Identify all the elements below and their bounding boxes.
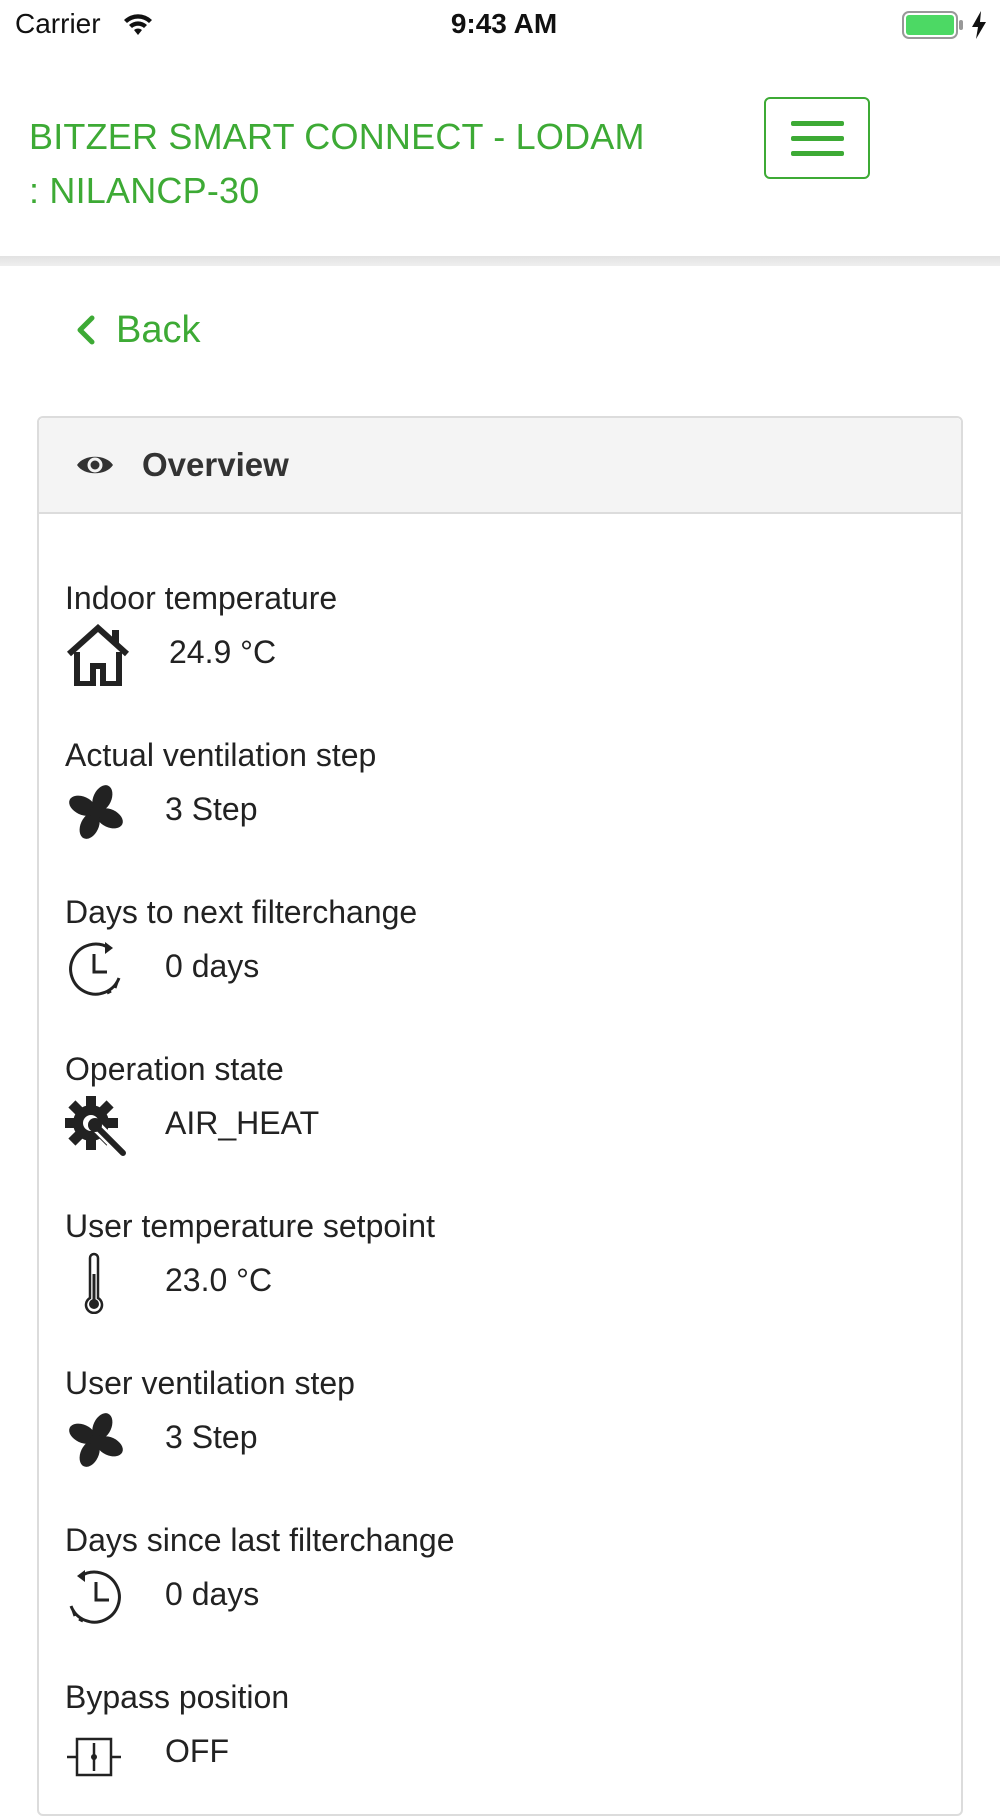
item-label: Operation state [65,1051,284,1087]
charging-icon [970,10,988,47]
item-value: 3 Step [165,1419,258,1455]
brand-title-line-2: : NILANCP-30 [29,170,260,211]
item-label: User ventilation step [65,1365,355,1401]
overview-item-days-to-next-filterchange: Days to next filterchange 0 days [65,892,925,1002]
home-icon [66,624,130,686]
item-value: OFF [165,1733,229,1769]
item-value: AIR_HEAT [165,1105,320,1141]
overview-item-bypass-position: Bypass position OFF [65,1677,925,1787]
status-bar: Carrier 9:43 AM [0,0,1000,50]
thermometer-icon [84,1252,104,1314]
brand-title-line-1: BITZER SMART CONNECT - LODAM [29,116,645,157]
eye-icon [77,456,113,474]
item-label: Bypass position [65,1679,290,1715]
hamburger-menu-button[interactable] [764,97,870,179]
item-label: Days to next filterchange [65,894,418,930]
battery-icon [902,11,964,46]
overview-item-operation-state: Operation state AIR_HEAT [65,1049,925,1159]
item-value: 0 days [165,1576,260,1612]
top-navbar: BITZER SMART CONNECT - LODAM : NILANCP-3… [0,50,1000,256]
clock-forward-icon [69,942,121,996]
item-value: 24.9 °C [169,634,277,670]
gear-wrench-icon [65,1096,129,1157]
chevron-left-icon [77,315,95,345]
brand-title[interactable]: BITZER SMART CONNECT - LODAM : NILANCP-3… [29,110,669,218]
item-label: Days since last filterchange [65,1522,455,1558]
menu-bar-icon [791,151,844,156]
overview-item-actual-ventilation-step: Actual ventilation step 3 Step [65,735,925,845]
item-label: Actual ventilation step [65,737,377,773]
item-value: 23.0 °C [165,1262,273,1298]
panel-title: Overview [142,446,289,483]
clock-history-icon [69,1570,121,1624]
menu-bar-icon [791,121,844,126]
back-link-label: Back [116,308,201,351]
item-value: 0 days [165,948,260,984]
menu-bar-icon [791,136,844,141]
fan-icon [69,785,123,839]
item-label: User temperature setpoint [65,1208,435,1244]
overview-item-user-ventilation-step: User ventilation step 3 Step [65,1363,925,1473]
bypass-valve-icon [67,1737,121,1777]
clock-time: 9:43 AM [450,8,558,39]
item-label: Indoor temperature [65,580,338,616]
overview-panel: Overview Indoor temperature 24.9 °C Actu… [37,416,963,1816]
item-value: 3 Step [165,791,258,827]
back-link[interactable]: Back [70,305,200,355]
overview-panel-header: Overview [39,418,961,514]
overview-item-user-temperature-setpoint: User temperature setpoint 23.0 °C [65,1206,925,1316]
overview-item-days-since-last-filterchange: Days since last filterchange 0 days [65,1520,925,1630]
overview-item-indoor-temperature: Indoor temperature 24.9 °C [65,578,925,688]
navbar-divider [0,256,1000,266]
fan-icon [69,1413,123,1467]
